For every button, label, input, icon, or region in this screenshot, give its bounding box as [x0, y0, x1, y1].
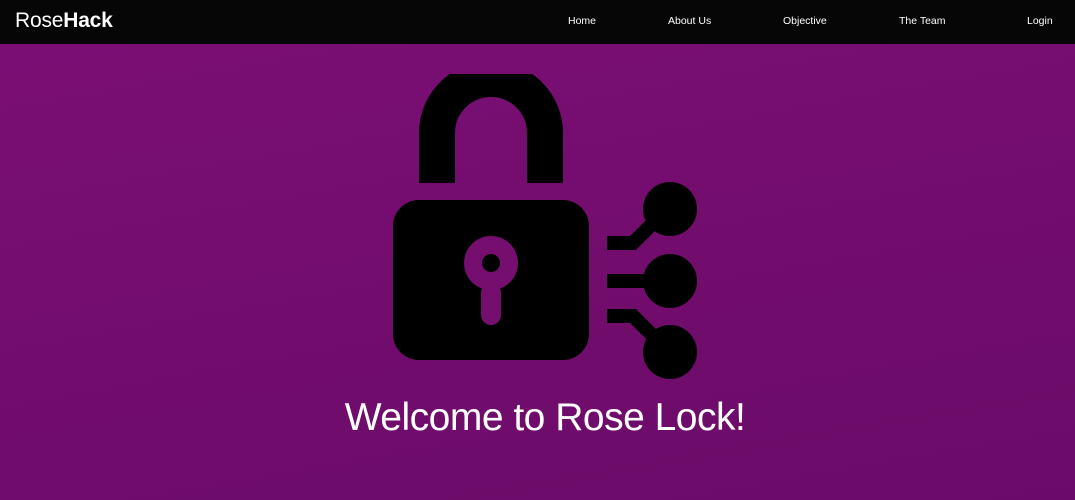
keyhole-slot [481, 283, 501, 325]
nav-link-home[interactable]: Home [568, 14, 596, 28]
top-navbar: RoseHack Home About Us Objective The Tea… [0, 0, 1075, 44]
keyhole-center [482, 254, 500, 272]
nav-link-objective[interactable]: Objective [783, 14, 827, 28]
circuit-node-top [643, 182, 697, 236]
welcome-heading: Welcome to Rose Lock! [344, 396, 746, 439]
brand-logo[interactable]: RoseHack [15, 7, 113, 35]
lock-shackle [419, 74, 563, 183]
nav-link-the-team[interactable]: The Team [899, 14, 946, 28]
circuit-node-bottom [643, 325, 697, 379]
digital-lock-icon [393, 74, 697, 379]
brand-name-bold: Hack [63, 9, 113, 32]
brand-name-light: Rose [15, 9, 64, 32]
nav-link-about-us[interactable]: About Us [668, 14, 711, 28]
circuit-node-middle [643, 254, 697, 308]
nav-link-login[interactable]: Login [1027, 14, 1053, 28]
